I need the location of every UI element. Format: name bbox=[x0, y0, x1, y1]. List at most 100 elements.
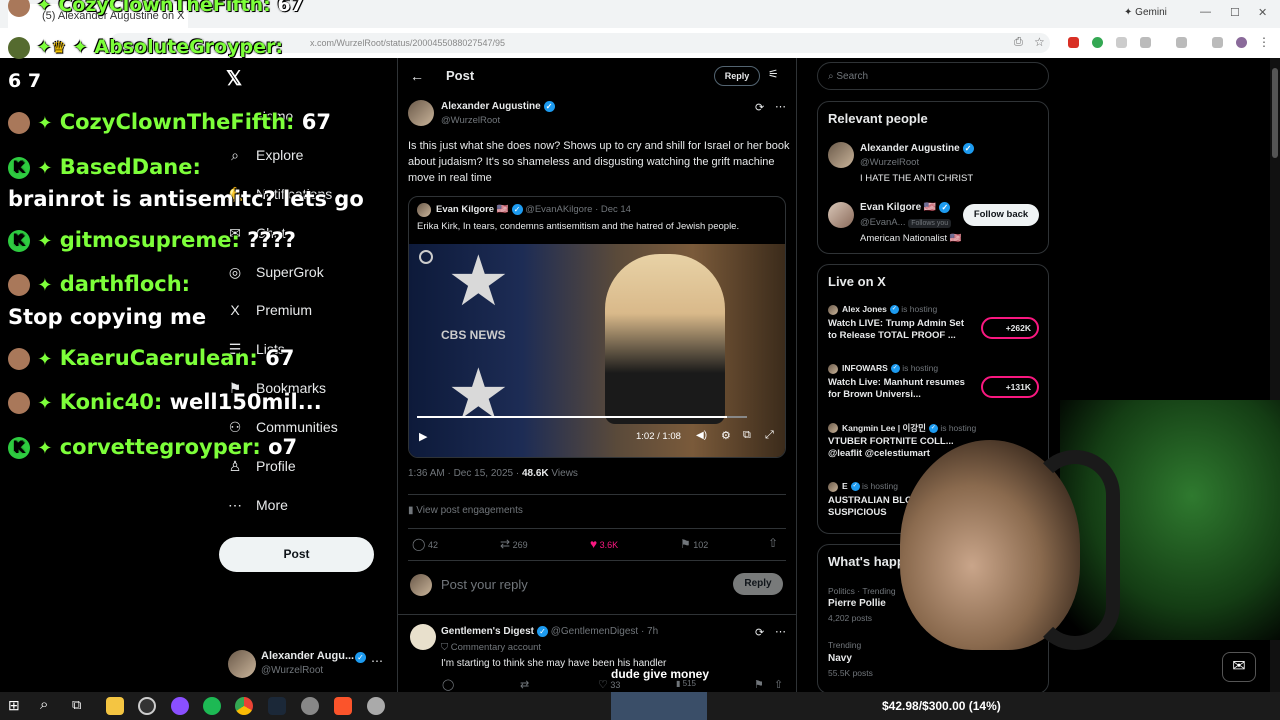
bar-chart-icon: ▮ bbox=[408, 505, 414, 516]
trend-name[interactable]: Pierre Pollie bbox=[828, 598, 886, 609]
header-reply-button[interactable]: Reply bbox=[714, 66, 760, 86]
extension-icon[interactable] bbox=[1116, 37, 1127, 48]
chat-username[interactable]: darthfloch: bbox=[60, 272, 190, 296]
chat-username[interactable]: corvettegroyper: bbox=[60, 435, 261, 459]
chat-message: ✦ KaeruCaerulean: 67 bbox=[8, 346, 294, 370]
file-explorer-icon[interactable] bbox=[106, 697, 124, 715]
bookmark-icon[interactable]: ⚑ bbox=[754, 678, 764, 691]
avatar[interactable] bbox=[828, 202, 854, 228]
task-view-icon[interactable]: ⧉ bbox=[72, 697, 81, 713]
reply-input[interactable]: Post your reply bbox=[441, 577, 528, 592]
steam-icon[interactable] bbox=[268, 697, 286, 715]
person-name[interactable]: Evan Kilgore 🇺🇸 ✓ bbox=[860, 202, 951, 213]
avatar bbox=[828, 305, 838, 315]
post-button[interactable]: Post bbox=[219, 537, 374, 572]
avatar[interactable] bbox=[410, 624, 436, 650]
puzzle-icon[interactable] bbox=[1140, 37, 1151, 48]
quoted-post[interactable]: Evan Kilgore 🇺🇸 ✓ @EvanAKilgore · Dec 14 … bbox=[408, 196, 786, 458]
scrollbar-thumb[interactable] bbox=[1272, 68, 1278, 158]
chat-username[interactable]: Konic40: bbox=[60, 390, 163, 414]
windows-taskbar: $42.98/$300.00 (14%) bbox=[0, 692, 1280, 720]
app-icon[interactable] bbox=[367, 697, 385, 715]
grok-icon[interactable]: ⟳ bbox=[755, 626, 764, 639]
comment-icon[interactable]: ◯ bbox=[442, 678, 454, 691]
bookmark-action[interactable]: ⚑ 102 bbox=[680, 537, 708, 551]
reply-action[interactable]: ◯ 42 bbox=[412, 537, 438, 551]
view-engagements-link[interactable]: ▮ View post engagements bbox=[408, 505, 523, 516]
maximize-icon[interactable]: ☐ bbox=[1230, 6, 1240, 19]
repost-action[interactable]: ⇄ 269 bbox=[500, 537, 528, 551]
diamond-badge-icon: ✦ bbox=[36, 37, 52, 58]
gemini-button[interactable]: ✦ Gemini bbox=[1124, 7, 1167, 18]
spotify-icon[interactable] bbox=[203, 697, 221, 715]
app-icon[interactable] bbox=[301, 697, 319, 715]
pip-icon[interactable]: ⧉ bbox=[743, 429, 751, 442]
trend-name[interactable]: Navy bbox=[828, 653, 852, 664]
account-switcher[interactable]: Alexander Augu... ✓ @WurzelRoot ⋯ bbox=[228, 648, 388, 682]
menu-icon[interactable] bbox=[1212, 37, 1223, 48]
author-handle[interactable]: @WurzelRoot bbox=[441, 115, 500, 126]
video-progress-track[interactable] bbox=[417, 416, 747, 418]
nav-item-more[interactable]: ⋯ More bbox=[226, 493, 288, 517]
settings-icon[interactable]: ⚙ bbox=[721, 429, 731, 442]
chat-username[interactable]: CozyClownTheFifth: bbox=[60, 110, 295, 134]
back-arrow-icon[interactable]: ← bbox=[410, 68, 424, 84]
reply-handle[interactable]: @GentlemenDigest bbox=[551, 626, 638, 637]
video-time: 1:02 / 1:08 bbox=[636, 431, 681, 442]
divider bbox=[408, 528, 786, 529]
avatar[interactable] bbox=[828, 142, 854, 168]
chat-username[interactable]: gitmosupreme: bbox=[60, 228, 240, 252]
nav-item-supergrok[interactable]: ◎ SuperGrok bbox=[226, 260, 324, 284]
chat-username[interactable]: AbsoluteGroyper: bbox=[94, 36, 283, 58]
grok-icon[interactable]: ⟳ bbox=[755, 101, 764, 114]
brave-icon[interactable] bbox=[334, 697, 352, 715]
chat-username[interactable]: CozyClownTheFifth: bbox=[58, 0, 270, 16]
search-input[interactable]: ⌕ Search bbox=[817, 62, 1049, 90]
kebab-menu-icon[interactable]: ⋮ bbox=[1258, 35, 1270, 49]
star-icon[interactable]: ☆ bbox=[1034, 35, 1045, 49]
nav-item-premium[interactable]: X Premium bbox=[226, 298, 312, 322]
more-icon[interactable]: ⋯ bbox=[775, 625, 786, 638]
share-icon[interactable]: ⇧ bbox=[768, 536, 778, 550]
reply-author[interactable]: Gentlemen's Digest bbox=[441, 626, 534, 637]
like-action[interactable]: ♥ 3.6K bbox=[590, 537, 618, 551]
more-icon[interactable]: ⋯ bbox=[775, 100, 786, 113]
extension-icon[interactable] bbox=[1068, 37, 1079, 48]
sidepanel-icon[interactable] bbox=[1176, 37, 1187, 48]
profile-avatar-icon[interactable] bbox=[1236, 37, 1247, 48]
chrome-icon[interactable] bbox=[235, 697, 253, 715]
settings-sliders-icon[interactable]: ⚟ bbox=[768, 67, 779, 81]
trend-category: Trending bbox=[828, 640, 862, 650]
avatar[interactable] bbox=[408, 100, 434, 126]
windows-start-icon[interactable]: ⊞ bbox=[8, 697, 20, 714]
flag-icon: 🇺🇸 bbox=[496, 204, 509, 216]
share-icon[interactable]: ⇧ bbox=[774, 678, 783, 691]
reply-submit-button[interactable]: Reply bbox=[733, 573, 783, 595]
chat-username[interactable]: KaeruCaerulean: bbox=[60, 346, 258, 370]
nav-item-explore[interactable]: ⌕ Explore bbox=[226, 143, 303, 167]
follow-back-button[interactable]: Follow back bbox=[963, 204, 1039, 226]
app-icon[interactable] bbox=[171, 697, 189, 715]
close-icon[interactable]: ✕ bbox=[1258, 6, 1267, 19]
live-item[interactable]: Alex Jones ✓ is hosting Watch LIVE: Trump … bbox=[818, 303, 1048, 359]
chat-message: K ✦ corvettegroyper: o7 bbox=[8, 435, 297, 459]
live-item[interactable]: INFOWARS ✓ is hosting Watch Live: Manhunt … bbox=[818, 362, 1048, 418]
install-icon[interactable]: ⎙ bbox=[1014, 36, 1023, 49]
video-player[interactable]: ★ ★ CBS NEWS ▶ 1:02 / 1:08 ◀) ⚙ ⧉ ⤢ bbox=[409, 244, 785, 457]
volume-icon[interactable]: ◀) bbox=[696, 430, 707, 441]
author-name[interactable]: Alexander Augustine ✓ bbox=[441, 101, 555, 112]
quote-header: Evan Kilgore 🇺🇸 ✓ @EvanAKilgore · Dec 14 bbox=[436, 204, 631, 215]
messages-icon[interactable]: ✉ bbox=[1222, 652, 1256, 682]
avatar bbox=[828, 423, 838, 433]
fullscreen-icon[interactable]: ⤢ bbox=[765, 429, 774, 442]
chat-username[interactable]: BasedDane: bbox=[60, 155, 201, 179]
minimize-icon[interactable]: — bbox=[1200, 6, 1211, 18]
views-count: 48.6K bbox=[521, 468, 549, 479]
search-icon[interactable]: ⌕ bbox=[40, 696, 48, 713]
extension-icon[interactable] bbox=[1092, 37, 1103, 48]
play-icon[interactable]: ▶ bbox=[419, 430, 427, 443]
obs-icon[interactable] bbox=[138, 697, 156, 715]
x-logo-icon[interactable]: 𝕏 bbox=[226, 66, 242, 91]
repost-icon[interactable]: ⇄ bbox=[520, 678, 529, 691]
person-name[interactable]: Alexander Augustine ✓ bbox=[860, 143, 974, 154]
